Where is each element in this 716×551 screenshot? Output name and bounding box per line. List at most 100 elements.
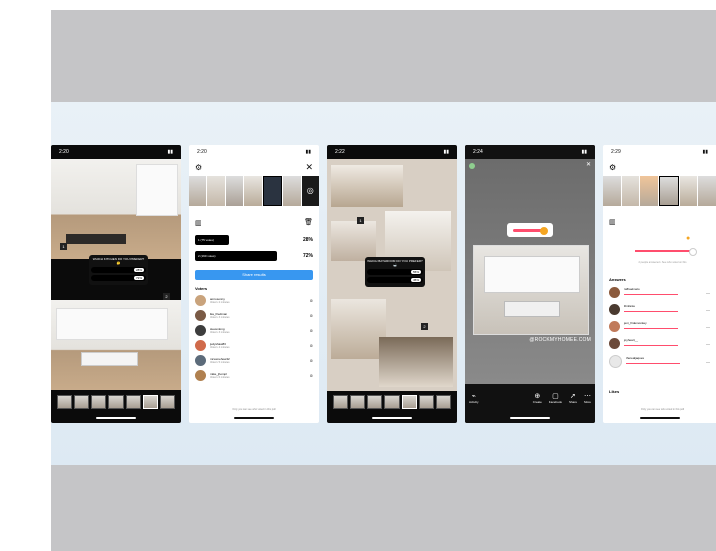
thumbnail-strip[interactable]: [51, 395, 181, 409]
answer-slider: [624, 294, 678, 295]
message-icon[interactable]: ⊜: [310, 343, 313, 348]
trash-icon[interactable]: 🗑: [304, 218, 313, 226]
close-icon[interactable]: ✕: [586, 161, 591, 168]
voter-row[interactable]: mrsomehow42 Voted • 5 minutes ⊜: [189, 353, 319, 368]
camera-icon[interactable]: ◎: [301, 176, 319, 206]
avatar: [195, 370, 206, 381]
activity-button[interactable]: ⌁ Activity: [469, 384, 479, 423]
facebook-button[interactable]: ▢ Facebook: [549, 384, 562, 423]
thumbnail[interactable]: [125, 395, 141, 409]
share-icon: ➚: [570, 393, 576, 400]
poll-sticker[interactable]: WHICH BATHROOM DO YOU PREFER? 🛁 55% 45%: [365, 257, 425, 287]
poll-question: WHICH KITCHEN DO YOU PREFER? 🤔: [92, 257, 145, 265]
slider-emoji: ●: [686, 235, 691, 242]
poll-option-1[interactable]: 55%: [367, 269, 423, 275]
answer-row[interactable]: joyheart__ —: [603, 335, 716, 352]
thumbnail[interactable]: [159, 395, 175, 409]
thumbnail-selected[interactable]: [401, 395, 417, 409]
slider-sticker[interactable]: [507, 223, 553, 237]
more-icon: ⋯: [584, 393, 591, 400]
voter-row[interactable]: stevenlong Voted • 3 minutes ⊜: [189, 323, 319, 338]
cabinets: [56, 308, 168, 340]
answer-row[interactable]: rafhaelmelo —: [603, 284, 716, 301]
status-time: 2:22: [335, 149, 345, 155]
more-button[interactable]: ⋯ More: [584, 384, 591, 423]
story-thumb[interactable]: [698, 176, 716, 206]
story-thumb[interactable]: [621, 176, 640, 206]
thumbnail[interactable]: [91, 395, 107, 409]
voter-row[interactable]: amrosonny Voted • 2 minutes ⊜: [189, 293, 319, 308]
slider-knob[interactable]: [540, 227, 548, 235]
avatar: [609, 338, 620, 349]
watermark: @ROCKMYHOMEE.COM: [529, 337, 591, 343]
avatar: [195, 295, 206, 306]
poll-option-1[interactable]: 28%: [91, 267, 146, 273]
more-icon[interactable]: —: [706, 307, 710, 312]
poll-sticker[interactable]: WHICH KITCHEN DO YOU PREFER? 🤔 28% 72%: [89, 255, 148, 285]
average-slider: ●: [635, 235, 705, 257]
status-bar: 2:20 ▮▮: [189, 145, 319, 159]
thumbnail[interactable]: [108, 395, 124, 409]
kitchen-photo-bottom: [51, 300, 181, 390]
phone-2-poll-results: 2:20 ▮▮ ⚙ ✕ ◎ ▥ 🗑 1 (75 votes) 28% 2 (19…: [189, 145, 319, 423]
create-icon: ⊕: [534, 393, 541, 400]
story-thumb[interactable]: [603, 176, 621, 206]
status-bar: 2:29 ▮▮: [603, 145, 716, 159]
more-icon[interactable]: —: [706, 341, 710, 346]
story-thumb[interactable]: [207, 176, 225, 206]
thumbnail-strip[interactable]: [327, 395, 457, 409]
voters-list: amrosonny Voted • 2 minutes ⊜ ika_friedma…: [189, 293, 319, 383]
phone-3-story: 2:22 ▮▮ 1 WHICH BATHROOM DO YOU PREFER? …: [327, 145, 457, 423]
message-icon[interactable]: ⊜: [310, 298, 313, 303]
avatar: [609, 355, 622, 368]
thumbnail[interactable]: [333, 395, 349, 409]
story-thumb-selected[interactable]: [659, 176, 679, 206]
thumbnail[interactable]: [57, 395, 73, 409]
story-thumb[interactable]: [283, 176, 301, 206]
voter-row[interactable]: ika_friedman Voted • 3 minutes ⊜: [189, 308, 319, 323]
poll-option-2[interactable]: 45%: [367, 277, 423, 283]
story-thumb[interactable]: [225, 176, 244, 206]
thumbnail[interactable]: [74, 395, 90, 409]
slider-track: [513, 229, 543, 232]
thumbnail[interactable]: [418, 395, 434, 409]
share-button[interactable]: ➚ Share: [569, 384, 577, 423]
message-icon[interactable]: ⊜: [310, 328, 313, 333]
kitchen-photo: [473, 245, 589, 335]
thumbnail[interactable]: [350, 395, 366, 409]
message-icon[interactable]: ⊜: [310, 373, 313, 378]
message-icon[interactable]: ⊜: [310, 313, 313, 318]
voter-row[interactable]: judyshaw83 Voted • 4 minutes ⊜: [189, 338, 319, 353]
story-thumb[interactable]: [640, 176, 659, 206]
thumbnail[interactable]: [435, 395, 451, 409]
status-time: 2:20: [59, 149, 69, 155]
island-counter: [81, 352, 138, 366]
story-thumbnails[interactable]: ◎: [189, 176, 319, 206]
more-icon[interactable]: —: [706, 290, 710, 295]
home-indicator: [372, 417, 412, 419]
answer-row[interactable]: therealjaques —: [603, 352, 716, 371]
thumbnail[interactable]: [367, 395, 383, 409]
settings-icon[interactable]: ⚙: [609, 163, 616, 172]
story-thumb[interactable]: [189, 176, 207, 206]
voter-row[interactable]: mike_jhompl Voted • 6 minutes ⊜: [189, 368, 319, 383]
settings-icon[interactable]: ⚙: [195, 163, 202, 172]
answer-slider: [624, 311, 678, 312]
answer-slider: [624, 328, 678, 329]
answer-row[interactable]: lilmfanie —: [603, 301, 716, 318]
thumbnail-selected[interactable]: [142, 395, 158, 409]
story-thumb[interactable]: [244, 176, 262, 206]
slider-knob: [689, 248, 697, 256]
message-icon[interactable]: ⊜: [310, 358, 313, 363]
poll-option-2[interactable]: 72%: [91, 275, 146, 281]
answer-row[interactable]: jeni_fridemonkey —: [603, 318, 716, 335]
more-icon[interactable]: —: [706, 324, 710, 329]
thumbnail[interactable]: [384, 395, 400, 409]
story-thumbnails[interactable]: [603, 176, 716, 206]
share-results-button[interactable]: Share results: [195, 270, 313, 280]
close-icon[interactable]: ✕: [305, 162, 313, 173]
story-thumb[interactable]: [679, 176, 698, 206]
island-counter: [504, 301, 560, 317]
story-thumb-selected[interactable]: [262, 176, 283, 206]
more-icon[interactable]: —: [706, 359, 710, 364]
